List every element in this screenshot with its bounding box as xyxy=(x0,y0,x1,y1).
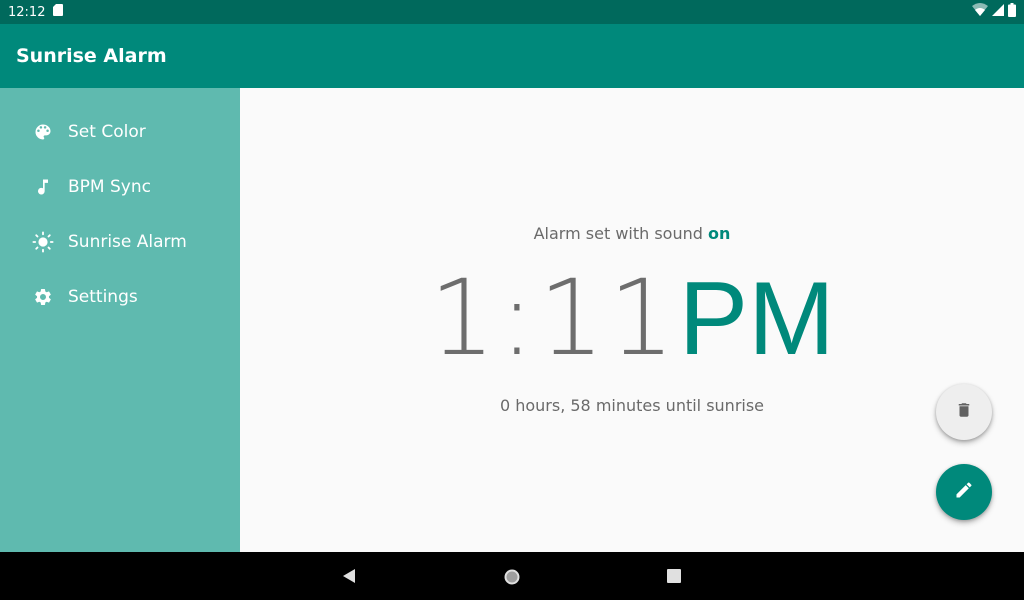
delete-alarm-button[interactable] xyxy=(936,384,992,440)
system-nav-bar xyxy=(0,552,1024,600)
app-bar: Sunrise Alarm xyxy=(0,24,1024,88)
sidebar-item-sunrise-alarm[interactable]: Sunrise Alarm xyxy=(0,214,240,269)
music-note-icon xyxy=(32,176,54,198)
sidebar: Set Color BPM Sync Sunrise Alarm Setting… xyxy=(0,88,240,552)
home-icon[interactable] xyxy=(503,568,520,585)
battery-icon xyxy=(1008,3,1016,21)
alarm-countdown: 0 hours, 58 minutes until sunrise xyxy=(499,396,765,415)
status-time: 12:12 xyxy=(8,4,46,20)
palette-icon xyxy=(32,121,54,143)
sidebar-item-label: Settings xyxy=(68,286,138,307)
sidebar-item-label: Set Color xyxy=(68,121,146,142)
pencil-icon xyxy=(954,480,974,504)
sidebar-item-bpm-sync[interactable]: BPM Sync xyxy=(0,159,240,214)
alarm-sound-state: on xyxy=(708,224,731,243)
alarm-time-display[interactable]: 1:11PM xyxy=(240,266,1024,371)
status-bar: 12:12 xyxy=(0,0,1024,24)
sd-card-icon xyxy=(53,4,64,20)
signal-icon xyxy=(992,4,1004,20)
sun-icon xyxy=(32,230,54,253)
alarm-sound-label: Alarm set with sound xyxy=(533,224,708,243)
gear-icon xyxy=(32,286,54,308)
wifi-icon xyxy=(972,3,988,21)
app-title: Sunrise Alarm xyxy=(16,45,167,67)
sidebar-item-label: BPM Sync xyxy=(68,176,151,197)
recents-icon[interactable] xyxy=(666,568,682,584)
sidebar-item-label: Sunrise Alarm xyxy=(68,231,187,252)
sidebar-item-set-color[interactable]: Set Color xyxy=(0,104,240,159)
edit-alarm-button[interactable] xyxy=(936,464,992,520)
alarm-period: PM xyxy=(678,261,835,377)
alarm-panel: Alarm set with sound on 1:11PM 0 hours, … xyxy=(240,88,1024,552)
trash-icon xyxy=(955,401,973,423)
alarm-time: 1:11 xyxy=(429,257,679,379)
back-icon[interactable] xyxy=(341,568,357,584)
alarm-sound-status: Alarm set with sound on xyxy=(240,224,1024,243)
sidebar-item-settings[interactable]: Settings xyxy=(0,269,240,324)
